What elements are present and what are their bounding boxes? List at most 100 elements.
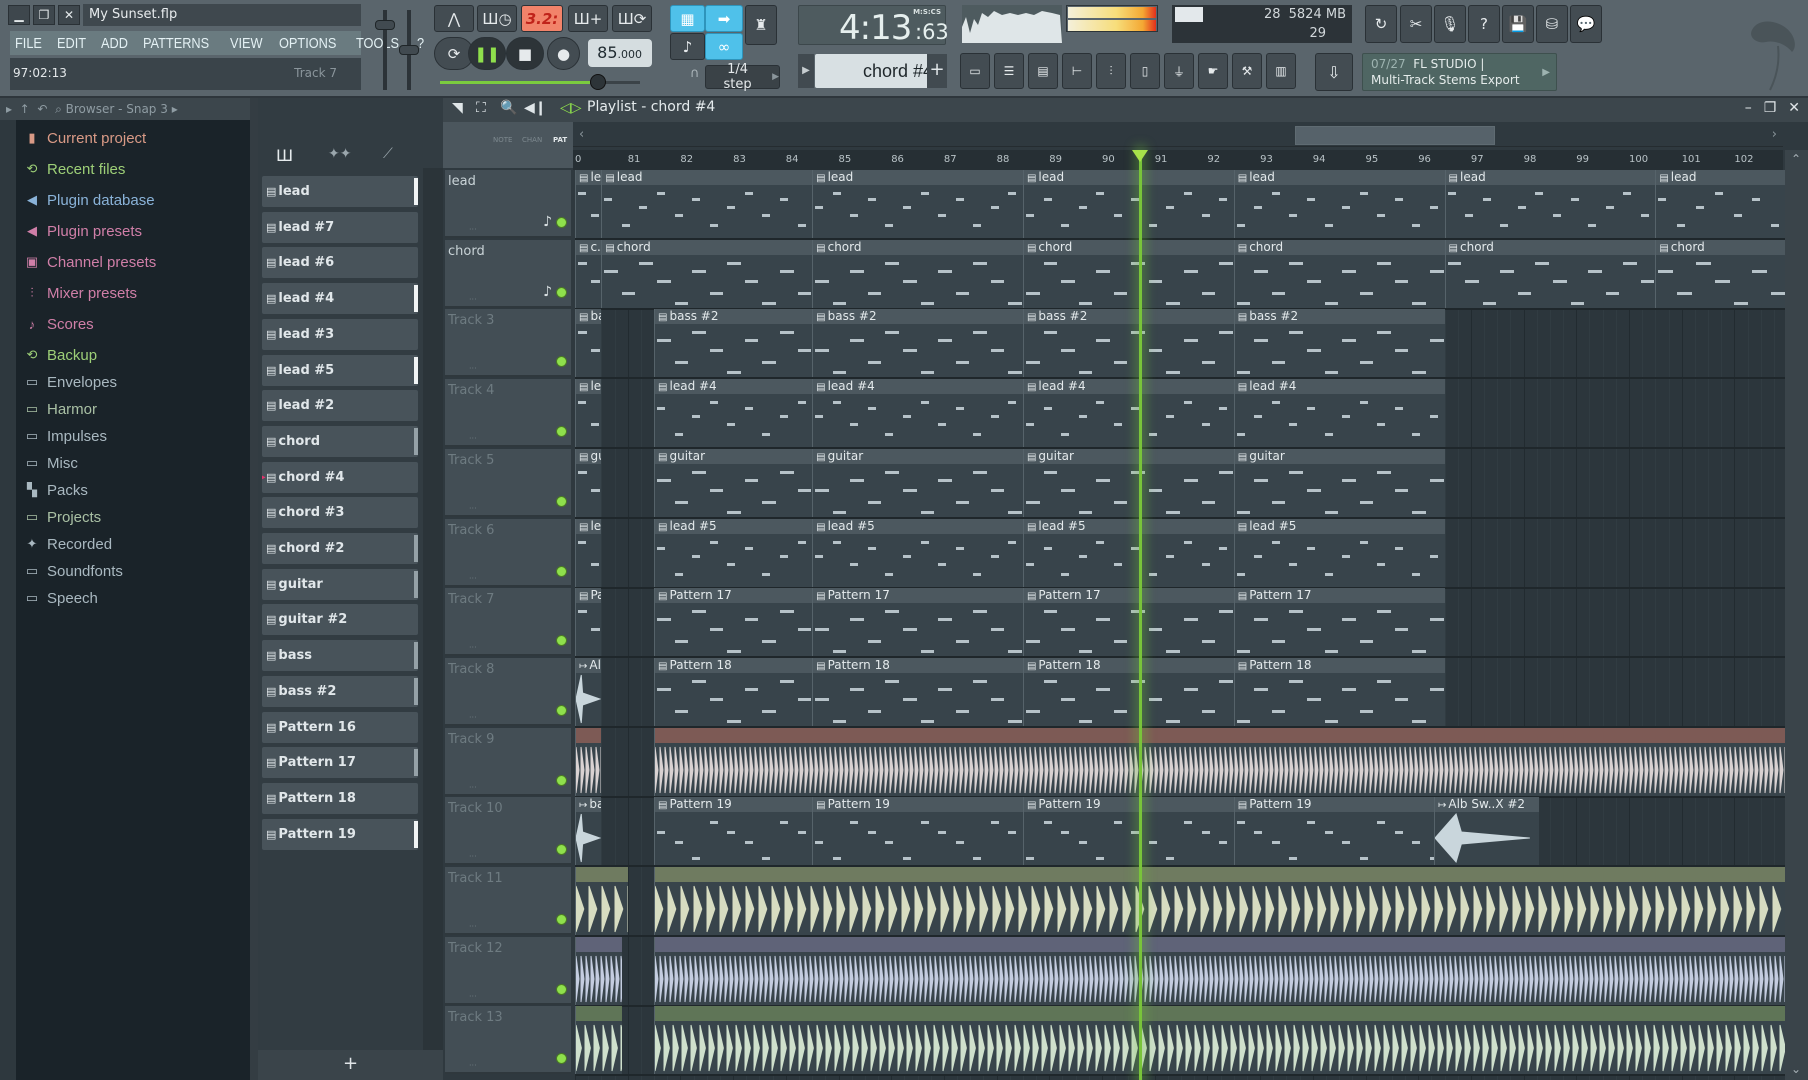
track-header[interactable]: chord ♪ ···	[445, 239, 571, 308]
pattern-clip[interactable]: ▤lead	[1655, 170, 1785, 238]
close-button[interactable]: ✕	[58, 5, 80, 25]
tab-chan[interactable]: CHAN	[522, 136, 542, 144]
track-header[interactable]: Track 6 ···	[445, 518, 571, 587]
pattern-item[interactable]: ▤ lead #4	[262, 283, 418, 315]
browser-item-mixer-presets[interactable]: ⫶ Mixer presets	[23, 281, 137, 305]
pattern-clip[interactable]: ▤ lead #5	[1233, 518, 1445, 587]
tab-note[interactable]: NOTE	[493, 136, 512, 144]
track-mute-toggle[interactable]	[556, 635, 567, 647]
stop-button[interactable]: ■	[506, 37, 544, 70]
pattern-clip[interactable]: ▤lead	[1022, 170, 1234, 238]
track-lane[interactable]: ▤Pa..7▤Pattern 17▤Pattern 17▤Pattern 17▤…	[575, 588, 1785, 659]
menu-add[interactable]: ADD	[101, 35, 128, 52]
note-edit-button[interactable]: ♪	[670, 33, 705, 60]
back-icon[interactable]: ↶	[34, 102, 47, 116]
browser-button[interactable]: ⊢	[1062, 53, 1092, 89]
pattern-menu-arrow[interactable]: ▶	[798, 54, 814, 88]
mixer-knob-button[interactable]: ♜	[745, 5, 777, 45]
pattern-clip[interactable]: ▤ chord	[812, 239, 1023, 308]
track-lane[interactable]: ▤le..4▤lead #4▤lead #4▤lead #4▤lead #4	[575, 379, 1785, 450]
pattern-clip[interactable]: ▤ Pattern 19	[1233, 797, 1445, 866]
track-header[interactable]: Track 7 ···	[445, 588, 571, 657]
minimize-icon[interactable]: –	[1745, 100, 1752, 116]
loop-record-button[interactable]: Ш⟳	[612, 5, 652, 32]
track-mute-toggle[interactable]	[556, 356, 567, 368]
timeline-ruler[interactable]: 0 81 82 83 84 85 86 87 88 89 90 91 92 93 94 95 96 97 98 99 1…	[573, 150, 1783, 170]
pattern-clip[interactable]: ▤ lead #4	[1233, 379, 1445, 448]
track-options-icon[interactable]: ···	[469, 295, 477, 304]
pattern-clip[interactable]: ▤ lead #5	[812, 518, 1023, 587]
track-options-icon[interactable]: ···	[469, 574, 477, 583]
track-mute-toggle[interactable]	[556, 914, 567, 925]
track-options-icon[interactable]: ···	[469, 1061, 477, 1070]
audio-clip[interactable]: ↦ Alb Sw..X #2	[1434, 797, 1540, 866]
picker-automation-tab-icon[interactable]: ⟋	[383, 146, 393, 162]
export-button[interactable]: ⛁	[1536, 5, 1568, 43]
browser-item-misc[interactable]: ▭ Misc	[23, 451, 78, 475]
select-tool-icon[interactable]: ⛶	[476, 100, 486, 116]
audio-clip[interactable]	[654, 727, 1785, 796]
slice-tool-icon[interactable]: ◥	[452, 100, 463, 116]
step-edit-button[interactable]: ➡	[705, 5, 743, 32]
pattern-clip[interactable]: ▤ Pattern 17	[1022, 588, 1234, 657]
track-mute-toggle[interactable]	[556, 426, 567, 438]
pattern-clip[interactable]: ▤ Pattern 17	[654, 588, 813, 657]
track-lane[interactable]: ▤c..rd▤chord▤chord▤chord▤chord▤chord▤cho…	[575, 239, 1785, 310]
track-header[interactable]: Track 8 ···	[445, 657, 571, 726]
channel-rack-button[interactable]: ☰	[994, 53, 1024, 89]
countdown-button[interactable]: 3.2:	[521, 5, 563, 32]
record-button[interactable]: ●	[547, 37, 580, 70]
clip-grid[interactable]: ▤lead▤lead▤lead▤lead▤lead▤lead▤lead▤c..r…	[575, 170, 1785, 1080]
pattern-clip[interactable]: ▤lead	[1444, 170, 1656, 238]
track-options-icon[interactable]: ···	[469, 643, 477, 652]
pattern-clip[interactable]: ▤ guitar	[812, 448, 1023, 517]
browser-menu-arrow[interactable]: ▸	[6, 102, 12, 116]
track-mute-toggle[interactable]	[556, 1053, 567, 1065]
track-mute-toggle[interactable]	[556, 217, 567, 228]
picker-patterns-tab-icon[interactable]: Ш	[276, 146, 293, 165]
pattern-selector[interactable]: chord #4	[815, 54, 945, 88]
track-lane[interactable]	[575, 867, 1785, 937]
pattern-clip[interactable]: ▤ bass #2	[1022, 309, 1234, 378]
help-button[interactable]: ?	[1468, 5, 1500, 43]
track-mute-toggle[interactable]	[556, 565, 567, 577]
menu-view[interactable]: VIEW	[230, 35, 263, 52]
track-mute-toggle[interactable]	[556, 495, 567, 507]
track-mute-toggle[interactable]	[556, 983, 567, 995]
browser-item-current-project[interactable]: ▮ Current project	[23, 126, 146, 150]
track-lane[interactable]	[575, 936, 1785, 1007]
pattern-clip[interactable]: ▤ Pattern 18	[1022, 657, 1234, 726]
browser-item-harmor[interactable]: ▭ Harmor	[23, 397, 97, 421]
maximize-icon[interactable]: ❐	[1764, 100, 1777, 116]
pattern-clip[interactable]: ▤lead	[812, 170, 1023, 238]
track-options-icon[interactable]: ···	[469, 225, 477, 234]
pattern-item[interactable]: ▤ Pattern 17	[262, 747, 418, 779]
scroll-right-icon[interactable]: ›	[1772, 127, 1777, 142]
news-panel[interactable]: 07/27 FL STUDIO | Multi-Track Stems Expo…	[1362, 53, 1557, 91]
track-lane[interactable]: ▤le..5▤lead #5▤lead #5▤lead #5▤lead #5	[575, 518, 1785, 589]
track-lane[interactable]: ▤gu..r▤guitar▤guitar▤guitar▤guitar	[575, 448, 1785, 519]
pattern-item[interactable]: ▤ lead #5	[262, 354, 418, 386]
tempo-field[interactable]: 85.000	[588, 39, 652, 67]
add-pattern-button[interactable]: +	[927, 54, 947, 88]
pattern-clip[interactable]: ▤ Pattern 18	[1233, 657, 1445, 726]
track-lane[interactable]: ▤ba..2▤bass #2▤bass #2▤bass #2▤bass #2	[575, 309, 1785, 380]
pattern-clip[interactable]: ▤le..4	[575, 379, 602, 448]
pattern-clip[interactable]: ▤ chord	[601, 239, 813, 308]
pattern-item[interactable]: ▤ lead	[262, 176, 418, 207]
audio-clip[interactable]	[575, 727, 602, 796]
browser-item-impulses[interactable]: ▭ Impulses	[23, 424, 107, 448]
track-header[interactable]: Track 11 ···	[445, 867, 571, 935]
link-button[interactable]: ∞	[705, 33, 743, 60]
pattern-clip[interactable]: ▤gu..r	[575, 448, 602, 517]
track-options-icon[interactable]: ···	[469, 852, 477, 861]
audio-clip[interactable]: ↦ba..2	[575, 797, 602, 866]
pattern-item[interactable]: ▤ bass #2	[262, 675, 418, 707]
track-mute-toggle[interactable]	[556, 844, 567, 856]
pattern-clip[interactable]: ▤ bass #2	[654, 309, 813, 378]
zoom-tool-icon[interactable]: 🔍	[500, 100, 517, 116]
browser-item-plugin-presets[interactable]: ◀ Plugin presets	[23, 219, 142, 243]
pattern-item[interactable]: ▤ chord #2	[262, 533, 418, 564]
pattern-item[interactable]: ▤ chord	[262, 425, 418, 457]
master-pitch-knob[interactable]	[399, 45, 419, 55]
